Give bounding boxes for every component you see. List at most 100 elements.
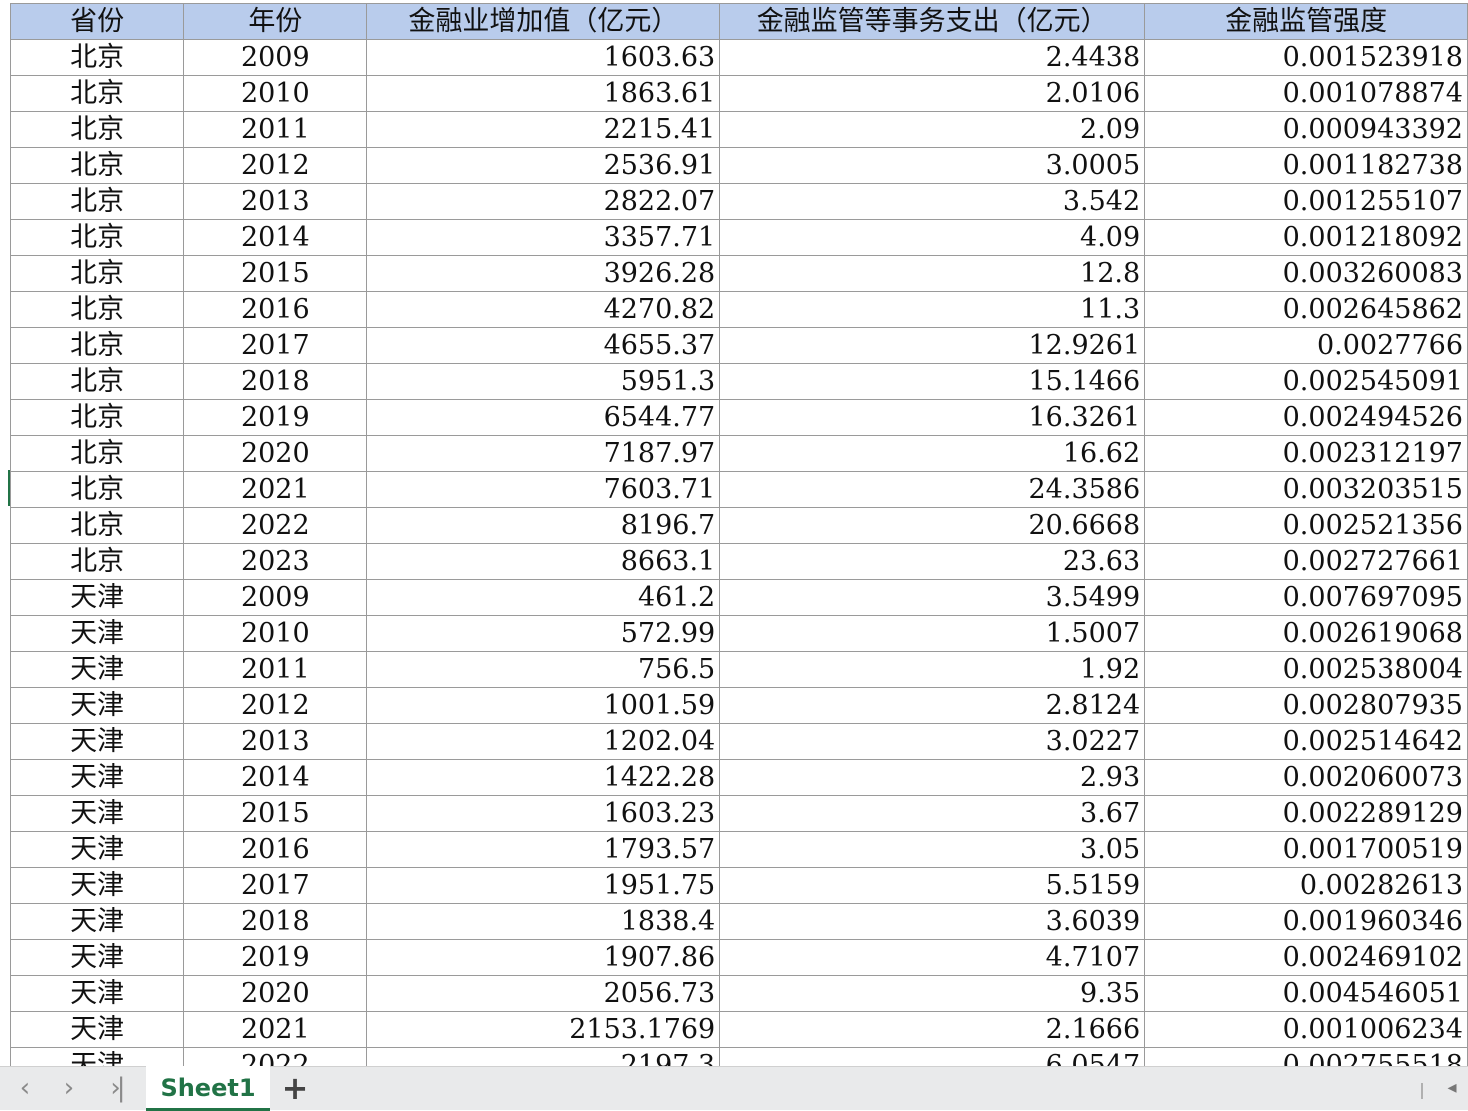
cell-regulatory-intensity[interactable]: 0.002514642: [1144, 723, 1468, 760]
cell-regulatory-expenditure[interactable]: 6.0547: [719, 1047, 1146, 1066]
cell-year[interactable]: 2011: [183, 651, 368, 688]
cell-province[interactable]: 北京: [9, 399, 185, 436]
cell-province[interactable]: 北京: [9, 111, 185, 148]
cell-regulatory-expenditure[interactable]: 1.5007: [719, 615, 1146, 652]
cell-regulatory-intensity[interactable]: 0.001006234: [1144, 1011, 1468, 1048]
cell-year[interactable]: 2020: [183, 975, 368, 1012]
cell-province[interactable]: 天津: [9, 759, 185, 796]
cell-year[interactable]: 2010: [183, 615, 368, 652]
cell-province[interactable]: 天津: [9, 975, 185, 1012]
cell-regulatory-expenditure[interactable]: 3.05: [719, 831, 1146, 868]
cell-regulatory-expenditure[interactable]: 23.63: [719, 543, 1146, 580]
cell-province[interactable]: 北京: [9, 39, 185, 76]
cell-year[interactable]: 2022: [183, 1047, 368, 1066]
cell-regulatory-intensity[interactable]: 0.002807935: [1144, 687, 1468, 724]
cell-financial-added-value[interactable]: 8663.1: [366, 543, 721, 580]
cell-regulatory-intensity[interactable]: 0.001960346: [1144, 903, 1468, 940]
cell-regulatory-expenditure[interactable]: 2.09: [719, 111, 1146, 148]
cell-regulatory-intensity[interactable]: 0.002312197: [1144, 435, 1468, 472]
cell-regulatory-intensity[interactable]: 0.002755518: [1144, 1047, 1468, 1066]
cell-regulatory-intensity[interactable]: 0.002645862: [1144, 291, 1468, 328]
cell-financial-added-value[interactable]: 1863.61: [366, 75, 721, 112]
cell-financial-added-value[interactable]: 756.5: [366, 651, 721, 688]
cell-regulatory-intensity[interactable]: 0.002521356: [1144, 507, 1468, 544]
cell-regulatory-intensity[interactable]: 0.007697095: [1144, 579, 1468, 616]
cell-year[interactable]: 2013: [183, 723, 368, 760]
cell-year[interactable]: 2012: [183, 687, 368, 724]
cell-year[interactable]: 2021: [183, 1011, 368, 1048]
cell-regulatory-intensity[interactable]: 0.002538004: [1144, 651, 1468, 688]
cell-province[interactable]: 北京: [9, 543, 185, 580]
cell-province[interactable]: 天津: [9, 939, 185, 976]
cell-province[interactable]: 天津: [9, 867, 185, 904]
cell-financial-added-value[interactable]: 2197.3: [366, 1047, 721, 1066]
cell-province[interactable]: 天津: [9, 615, 185, 652]
cell-regulatory-expenditure[interactable]: 3.6039: [719, 903, 1146, 940]
cell-financial-added-value[interactable]: 2056.73: [366, 975, 721, 1012]
cell-year[interactable]: 2014: [183, 219, 368, 256]
cell-regulatory-expenditure[interactable]: 16.62: [719, 435, 1146, 472]
cell-financial-added-value[interactable]: 461.2: [366, 579, 721, 616]
cell-regulatory-expenditure[interactable]: 3.5499: [719, 579, 1146, 616]
cell-regulatory-intensity[interactable]: 0.000943392: [1144, 111, 1468, 148]
spreadsheet-grid[interactable]: 省份 年份 金融业增加值（亿元） 金融监管等事务支出（亿元） 金融监管强度 北京…: [0, 0, 1468, 1066]
cell-regulatory-intensity[interactable]: 0.002545091: [1144, 363, 1468, 400]
cell-province[interactable]: 北京: [9, 471, 185, 508]
cell-regulatory-expenditure[interactable]: 2.93: [719, 759, 1146, 796]
cell-regulatory-intensity[interactable]: 0.004546051: [1144, 975, 1468, 1012]
cell-financial-added-value[interactable]: 1907.86: [366, 939, 721, 976]
cell-regulatory-intensity[interactable]: 0.002060073: [1144, 759, 1468, 796]
column-header-financial-added-value[interactable]: 金融业增加值（亿元）: [366, 3, 721, 40]
cell-financial-added-value[interactable]: 5951.3: [366, 363, 721, 400]
cell-regulatory-intensity[interactable]: 0.002494526: [1144, 399, 1468, 436]
cell-province[interactable]: 北京: [9, 183, 185, 220]
last-sheet-nav-icon[interactable]: ›|: [96, 1073, 136, 1103]
cell-year[interactable]: 2022: [183, 507, 368, 544]
cell-province[interactable]: 北京: [9, 327, 185, 364]
cell-financial-added-value[interactable]: 1202.04: [366, 723, 721, 760]
cell-year[interactable]: 2013: [183, 183, 368, 220]
cell-province[interactable]: 北京: [9, 363, 185, 400]
cell-financial-added-value[interactable]: 2215.41: [366, 111, 721, 148]
cell-financial-added-value[interactable]: 8196.7: [366, 507, 721, 544]
cell-province[interactable]: 天津: [9, 831, 185, 868]
sheet-tab-sheet1[interactable]: Sheet1: [146, 1066, 270, 1111]
cell-year[interactable]: 2023: [183, 543, 368, 580]
cell-province[interactable]: 北京: [9, 435, 185, 472]
cell-regulatory-intensity[interactable]: 0.002619068: [1144, 615, 1468, 652]
cell-regulatory-expenditure[interactable]: 4.09: [719, 219, 1146, 256]
cell-regulatory-intensity[interactable]: 0.003203515: [1144, 471, 1468, 508]
cell-province[interactable]: 北京: [9, 291, 185, 328]
cell-regulatory-intensity[interactable]: 0.002727661: [1144, 543, 1468, 580]
cell-regulatory-intensity[interactable]: 0.001218092: [1144, 219, 1468, 256]
cell-regulatory-intensity[interactable]: 0.001078874: [1144, 75, 1468, 112]
cell-regulatory-expenditure[interactable]: 11.3: [719, 291, 1146, 328]
cell-regulatory-expenditure[interactable]: 24.3586: [719, 471, 1146, 508]
scroll-left-icon[interactable]: ◂: [1440, 1075, 1464, 1101]
cell-year[interactable]: 2021: [183, 471, 368, 508]
cell-province[interactable]: 天津: [9, 1011, 185, 1048]
cell-regulatory-expenditure[interactable]: 3.67: [719, 795, 1146, 832]
cell-year[interactable]: 2011: [183, 111, 368, 148]
scrollbar-divider[interactable]: [1421, 1083, 1423, 1099]
cell-year[interactable]: 2018: [183, 903, 368, 940]
cell-financial-added-value[interactable]: 2153.1769: [366, 1011, 721, 1048]
cell-province[interactable]: 北京: [9, 147, 185, 184]
cell-regulatory-expenditure[interactable]: 16.3261: [719, 399, 1146, 436]
cell-regulatory-expenditure[interactable]: 2.8124: [719, 687, 1146, 724]
cell-province[interactable]: 北京: [9, 255, 185, 292]
cell-regulatory-expenditure[interactable]: 3.0005: [719, 147, 1146, 184]
cell-year[interactable]: 2010: [183, 75, 368, 112]
cell-regulatory-intensity[interactable]: 0.002469102: [1144, 939, 1468, 976]
column-header-regulatory-expenditure[interactable]: 金融监管等事务支出（亿元）: [719, 3, 1146, 40]
cell-province[interactable]: 北京: [9, 219, 185, 256]
cell-regulatory-intensity[interactable]: 0.002289129: [1144, 795, 1468, 832]
cell-financial-added-value[interactable]: 1793.57: [366, 831, 721, 868]
cell-financial-added-value[interactable]: 1838.4: [366, 903, 721, 940]
cell-regulatory-intensity[interactable]: 0.001255107: [1144, 183, 1468, 220]
cell-regulatory-expenditure[interactable]: 12.9261: [719, 327, 1146, 364]
cell-financial-added-value[interactable]: 1422.28: [366, 759, 721, 796]
cell-regulatory-expenditure[interactable]: 15.1466: [719, 363, 1146, 400]
cell-year[interactable]: 2009: [183, 579, 368, 616]
cell-financial-added-value[interactable]: 4270.82: [366, 291, 721, 328]
